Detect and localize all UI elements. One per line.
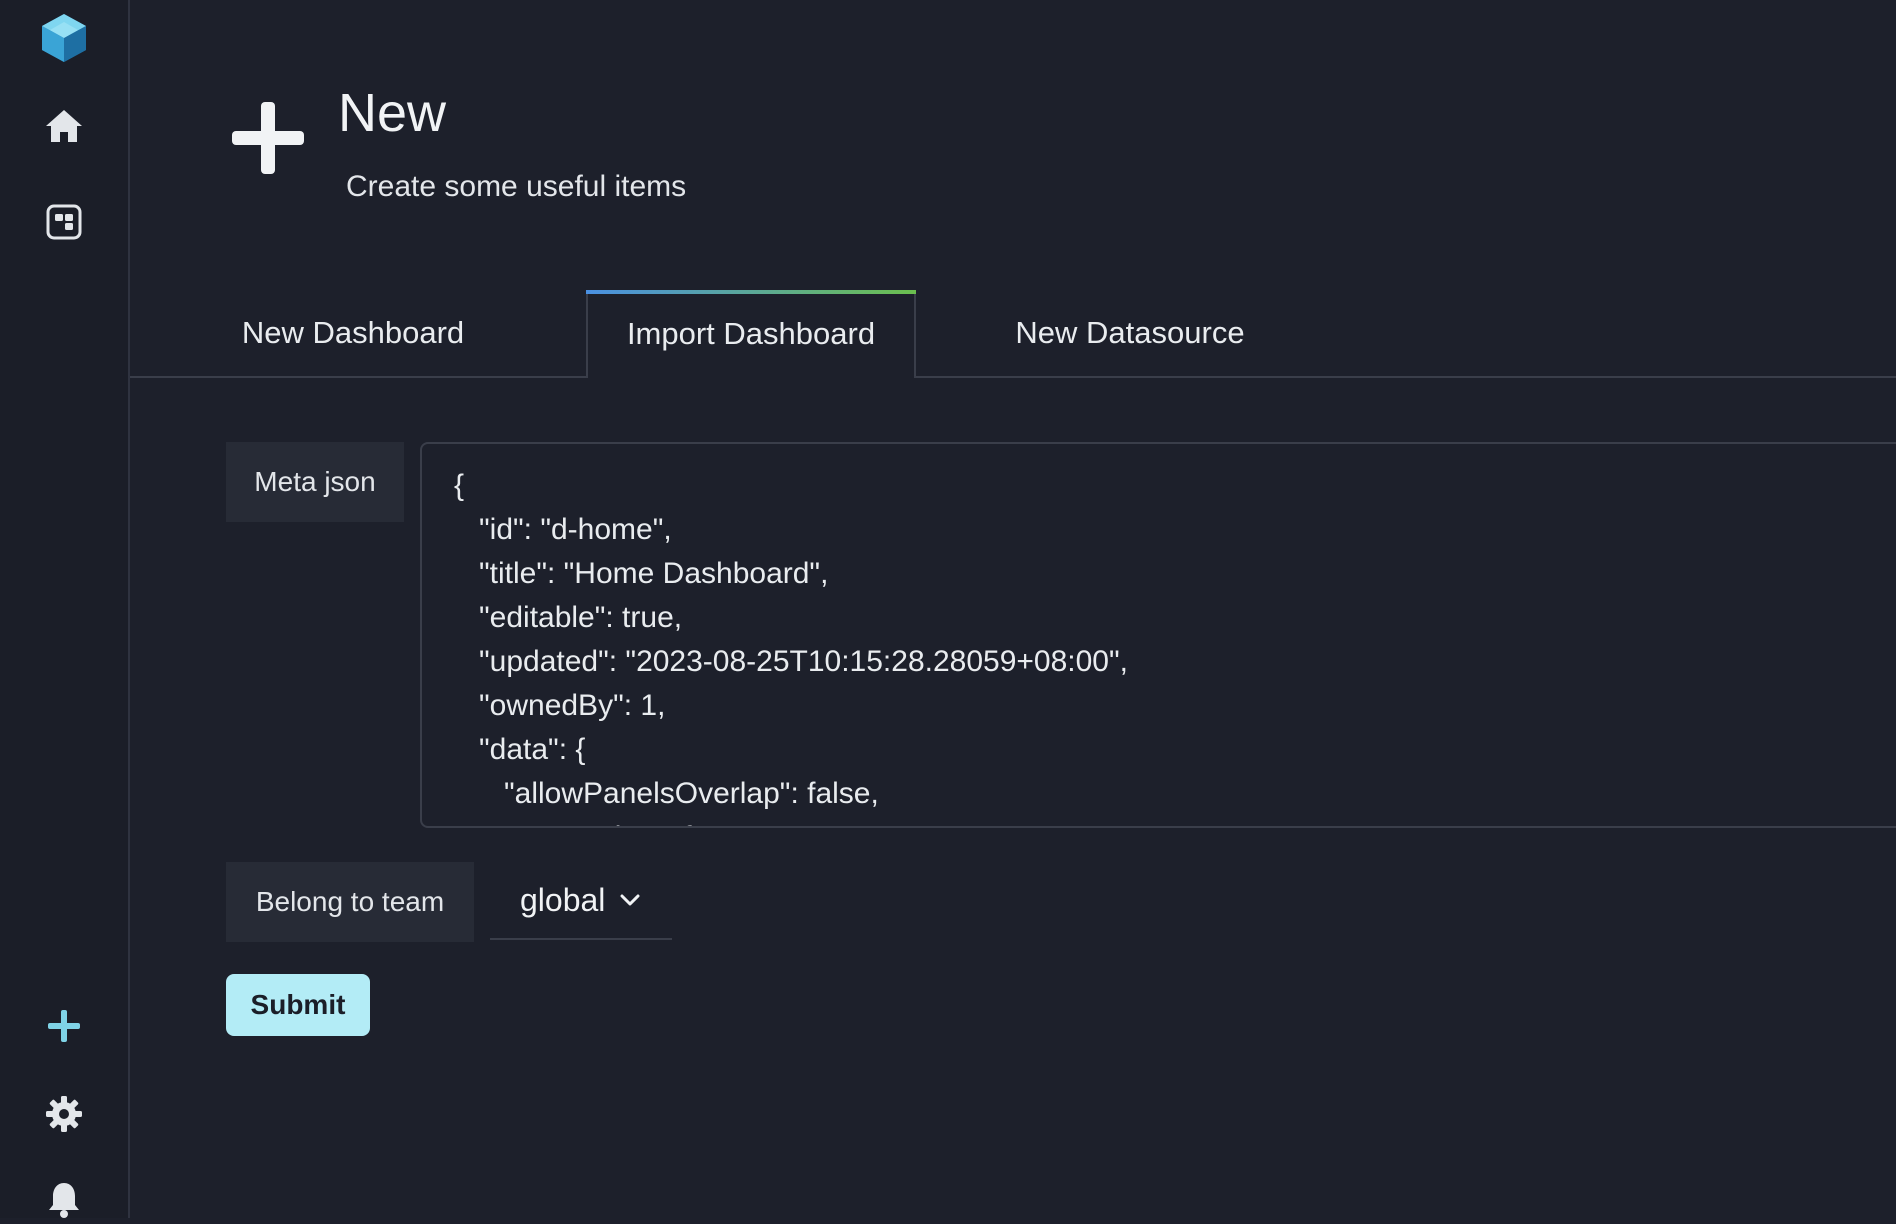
notifications-nav[interactable] — [40, 1176, 88, 1224]
tab-new-dashboard[interactable]: New Dashboard — [228, 290, 478, 376]
submit-button[interactable]: Submit — [226, 974, 370, 1036]
chevron-down-icon — [619, 893, 641, 907]
meta-json-editor[interactable]: { "id": "d-home", "title": "Home Dashboa… — [420, 442, 1896, 828]
bell-icon — [46, 1180, 82, 1220]
settings-nav[interactable] — [40, 1090, 88, 1138]
team-select[interactable]: global — [490, 862, 672, 940]
meta-json-label: Meta json — [226, 442, 404, 522]
main-content: New Create some useful items New Dashboa… — [130, 0, 1896, 1218]
tab-new-datasource[interactable]: New Datasource — [1000, 290, 1260, 376]
sidebar — [0, 0, 130, 1218]
new-nav[interactable] — [40, 1002, 88, 1050]
app-logo[interactable] — [36, 10, 92, 66]
tab-import-dashboard[interactable]: Import Dashboard — [586, 290, 916, 378]
team-select-value: global — [520, 882, 605, 919]
plus-icon — [230, 100, 306, 176]
dashboards-nav[interactable] — [40, 198, 88, 246]
dashboard-icon — [46, 204, 82, 240]
team-label: Belong to team — [226, 862, 474, 942]
home-nav[interactable] — [40, 102, 88, 150]
tab-bar: New Dashboard Import Dashboard New Datas… — [130, 290, 1896, 378]
plus-icon — [46, 1008, 82, 1044]
page-subtitle: Create some useful items — [346, 170, 686, 204]
page-title: New — [338, 82, 446, 144]
home-icon — [44, 108, 84, 144]
cube-logo-icon — [36, 10, 92, 66]
gear-icon — [44, 1094, 84, 1134]
